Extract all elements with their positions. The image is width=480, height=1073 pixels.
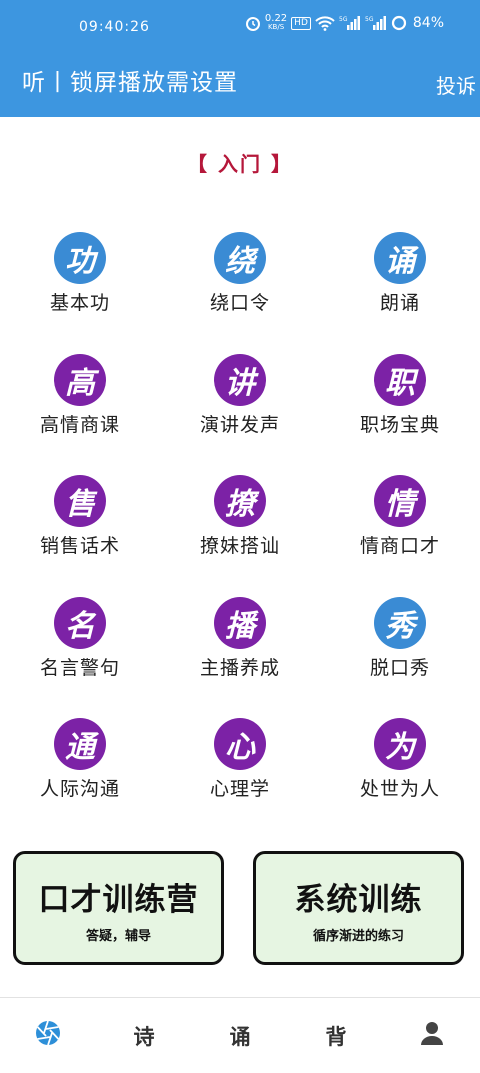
category-label: 处世为人 (359, 778, 440, 800)
training-camp-subtitle: 答疑，辅导 (85, 929, 151, 944)
category-item-eloquence[interactable]: 情 情商口才 (320, 475, 480, 597)
network-speed: 0.22 KB/S (265, 14, 287, 32)
complain-button[interactable]: 投诉 (436, 70, 476, 99)
status-bar: 09:40:26 0.22 KB/S HD 5G 5G 84% (0, 0, 480, 56)
wifi-icon (315, 15, 335, 31)
training-camp-title: 口才训练营 (38, 882, 199, 918)
system-training-card[interactable]: 系统训练 循序渐进的练习 (253, 851, 464, 965)
category-item-flirting[interactable]: 撩 撩妹搭讪 (160, 475, 320, 597)
category-label: 演讲发声 (199, 413, 280, 436)
streamer-icon: 播 (214, 596, 266, 649)
speed-value: 0.22 (264, 13, 288, 24)
user-icon (419, 1020, 445, 1051)
flirting-icon: 撩 (214, 475, 266, 527)
speed-unit: KB/S (267, 23, 285, 31)
category-label: 名言警句 (39, 656, 120, 679)
life-skills-icon: 为 (374, 718, 426, 770)
sales-icon: 售 (54, 475, 106, 527)
category-label: 销售话术 (39, 535, 120, 557)
category-item-speech[interactable]: 讲 演讲发声 (160, 353, 320, 476)
category-grid: 功 基本功 绕 绕口令 诵 朗诵 高 高情商课 讲 演讲发声 职 职场宝典 售 … (0, 232, 480, 840)
cellular-signal-icon-2: 5G (365, 15, 387, 31)
category-label: 撩妹搭讪 (199, 535, 280, 557)
tongue-twister-icon: 绕 (214, 232, 266, 284)
battery-percent: 84% (412, 15, 444, 31)
category-label: 职场宝典 (359, 413, 440, 436)
category-item-tongue-twister[interactable]: 绕 绕口令 (160, 232, 320, 354)
category-label: 基本功 (49, 292, 110, 314)
system-training-title: 系统训练 (294, 882, 423, 918)
category-label: 绕口令 (209, 292, 270, 314)
category-item-streamer[interactable]: 播 主播养成 (160, 596, 320, 719)
eloquence-icon: 情 (374, 475, 426, 527)
status-indicators: 0.22 KB/S HD 5G 5G 84% (245, 14, 444, 32)
aperture-icon (34, 1019, 62, 1052)
category-item-sales[interactable]: 售 销售话术 (0, 475, 160, 597)
svg-text:5G: 5G (339, 16, 348, 23)
bottom-nav: 诗 诵 背 (0, 997, 480, 1073)
category-item-workplace[interactable]: 职 职场宝典 (320, 353, 480, 476)
category-item-talk-show[interactable]: 秀 脱口秀 (320, 596, 480, 719)
category-item-quotes[interactable]: 名 名言警句 (0, 596, 160, 719)
skill-icon: 功 (54, 232, 106, 284)
recitation-icon: 诵 (374, 232, 426, 284)
hd-badge: HD (291, 16, 311, 30)
system-training-subtitle: 循序渐进的练习 (312, 929, 404, 944)
category-item-eq-course[interactable]: 高 高情商课 (0, 353, 160, 476)
alarm-icon (245, 15, 261, 31)
category-item-life-skills[interactable]: 为 处世为人 (320, 718, 480, 840)
category-label: 朗诵 (379, 292, 420, 314)
category-item-recitation[interactable]: 诵 朗诵 (320, 232, 480, 354)
psychology-icon: 心 (214, 718, 266, 770)
communication-icon: 通 (54, 718, 106, 770)
nav-poems[interactable]: 诗 (96, 998, 192, 1073)
svg-text:5G: 5G (365, 16, 374, 23)
eq-course-icon: 高 (54, 353, 106, 406)
category-item-communication[interactable]: 通 人际沟通 (0, 718, 160, 840)
nav-memorize[interactable]: 背 (288, 998, 384, 1073)
talk-show-icon: 秀 (374, 596, 426, 649)
category-label: 情商口才 (359, 535, 440, 557)
workplace-icon: 职 (374, 353, 426, 406)
category-label: 心理学 (209, 778, 270, 800)
category-label: 脱口秀 (369, 656, 430, 679)
category-item-basic-skills[interactable]: 功 基本功 (0, 232, 160, 354)
cellular-signal-icon-1: 5G (339, 15, 361, 31)
category-item-psychology[interactable]: 心 心理学 (160, 718, 320, 840)
quotes-icon: 名 (54, 596, 106, 649)
category-label: 主播养成 (199, 656, 280, 679)
battery-ring-icon (391, 15, 407, 31)
training-camp-card[interactable]: 口才训练营 答疑，辅导 (13, 851, 224, 965)
category-label: 人际沟通 (39, 778, 120, 800)
category-label: 高情商课 (39, 413, 120, 436)
nav-recite[interactable]: 诵 (192, 998, 288, 1073)
status-time: 09:40:26 (79, 19, 150, 35)
page-title: 听丨锁屏播放需设置 (22, 70, 238, 96)
speech-icon: 讲 (214, 353, 266, 406)
nav-profile[interactable] (384, 998, 480, 1073)
app-header: 09:40:26 0.22 KB/S HD 5G 5G 84% 听丨锁屏播放需设… (0, 0, 480, 117)
section-title: 【 入门 】 (187, 152, 293, 176)
nav-home[interactable] (0, 998, 96, 1073)
